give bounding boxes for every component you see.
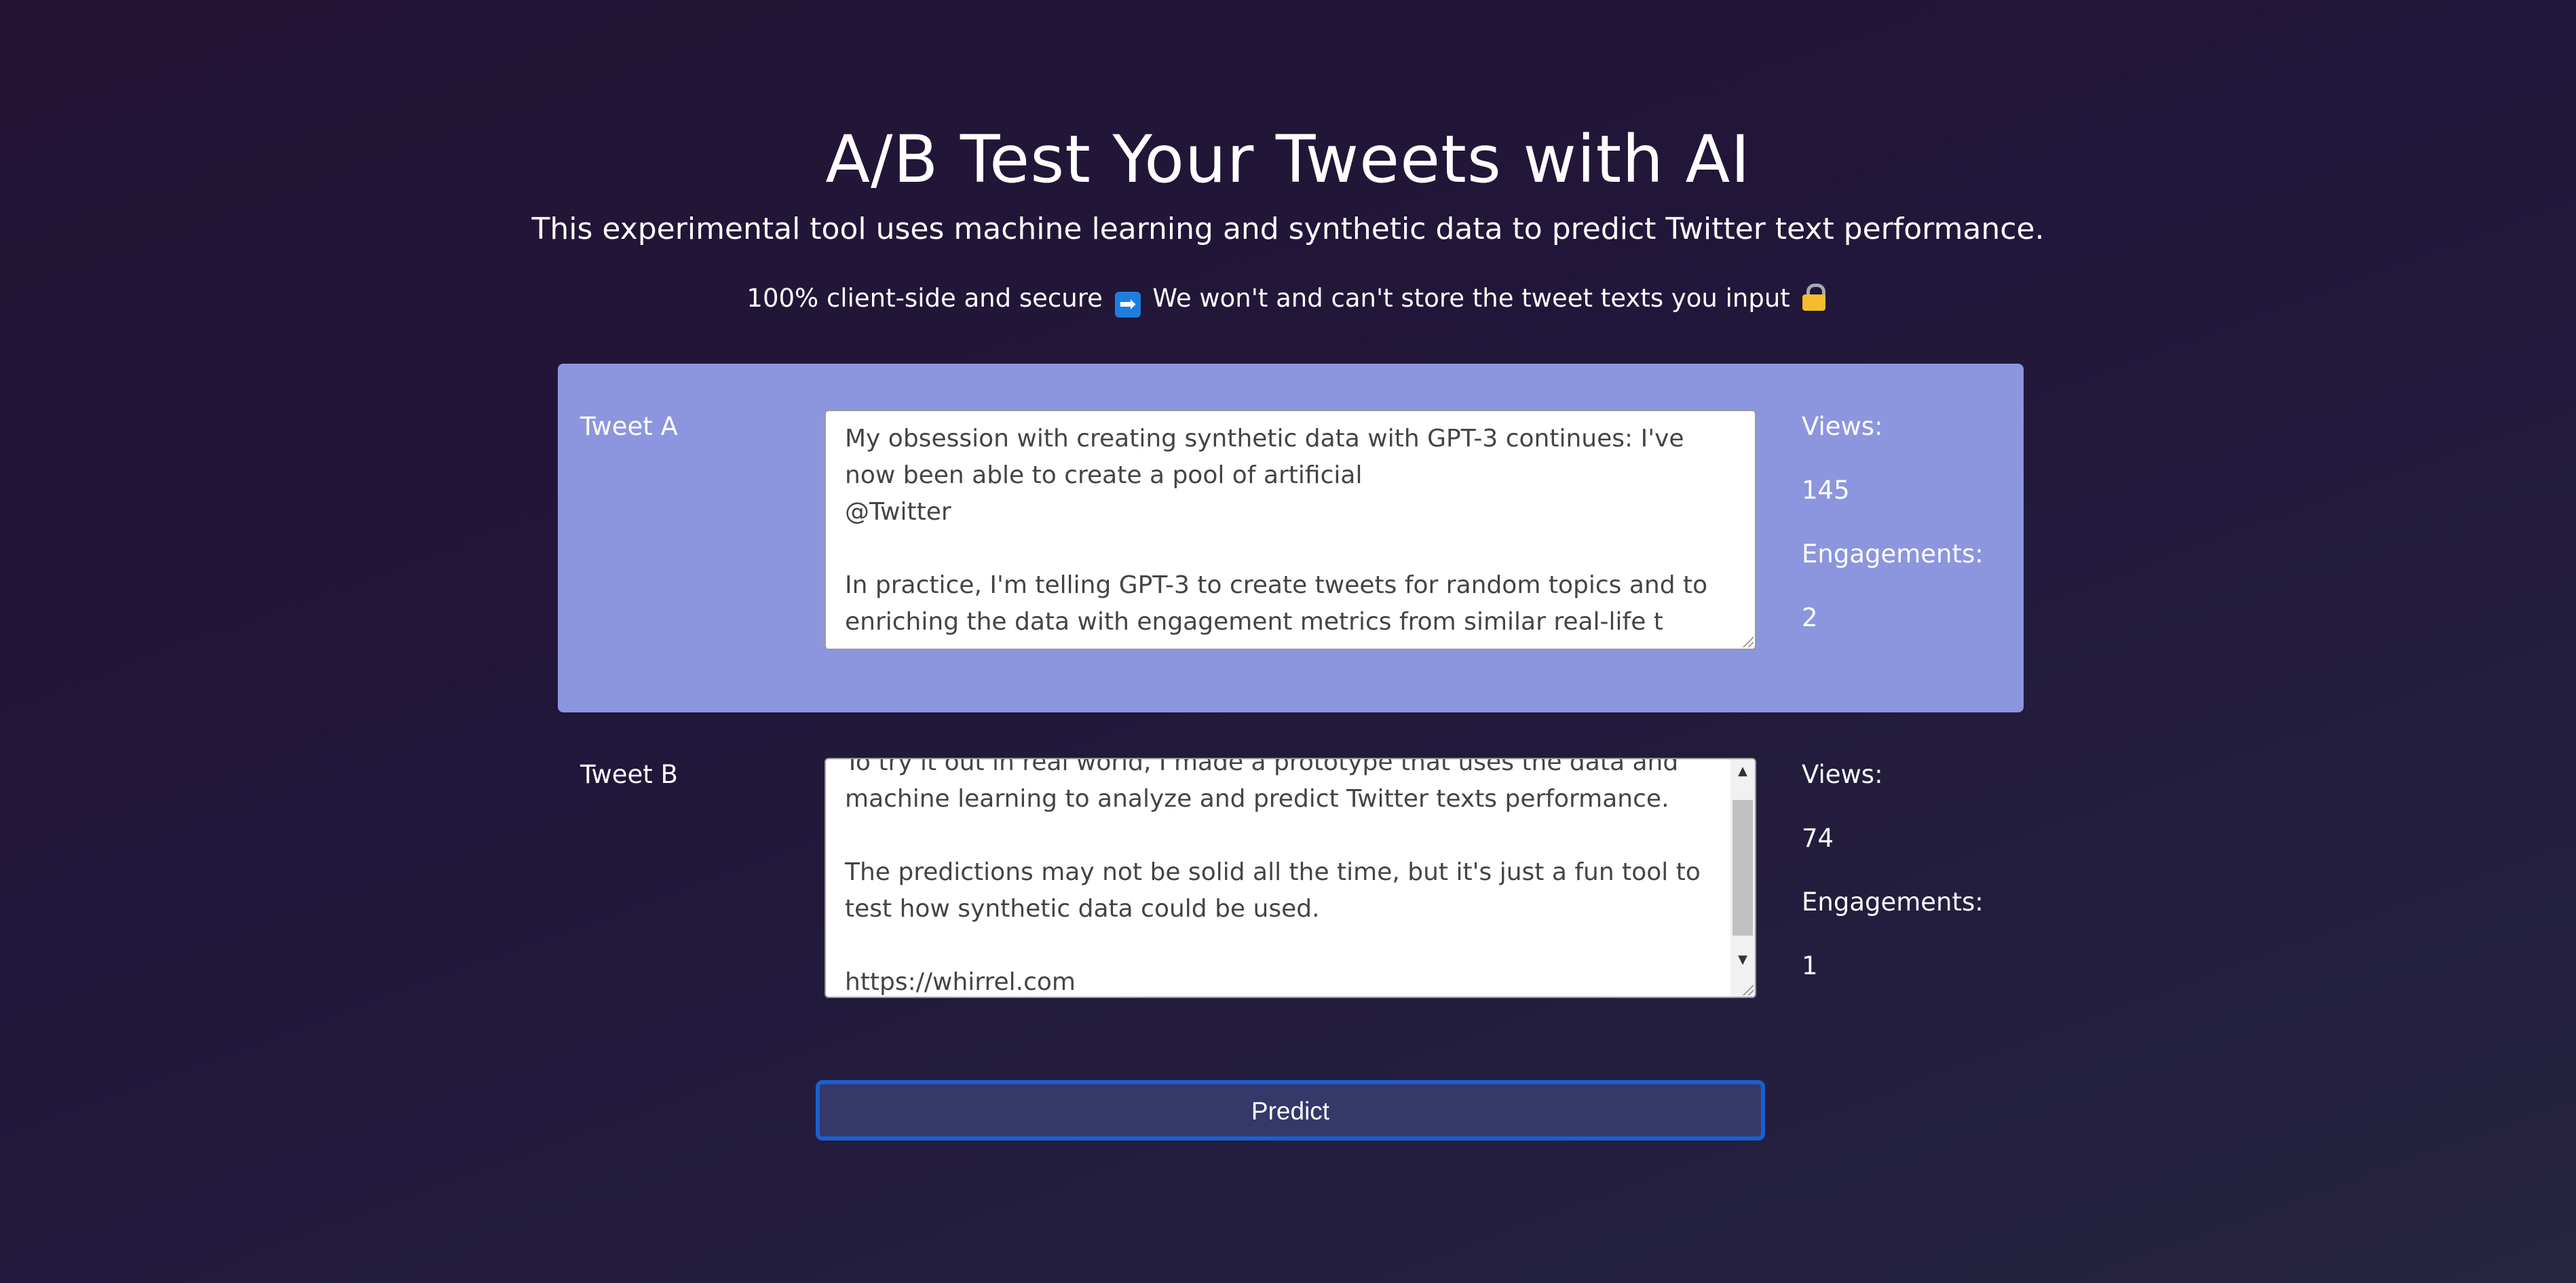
- scroll-up-arrow-icon[interactable]: ▲: [1730, 759, 1755, 784]
- tweet-b-engagements-label: Engagements:: [1802, 887, 1984, 917]
- tweet-a-engagements-label: Engagements:: [1802, 539, 1984, 569]
- security-note-text-2: We won't and can't store the tweet texts…: [1152, 284, 1790, 313]
- tweet-a-panel: Tweet A My obsession with creating synth…: [558, 364, 2024, 712]
- tweet-a-engagements-value: 2: [1802, 603, 1818, 632]
- tweet-a-views-label: Views:: [1802, 412, 1883, 441]
- tweet-b-metrics: Views: 74 Engagements: 1: [1802, 758, 2005, 1013]
- right-arrow-icon: ➡: [1114, 292, 1141, 318]
- predict-button[interactable]: Predict: [816, 1080, 1765, 1141]
- tweet-b-text[interactable]: To try it out in real world, I made a pr…: [845, 759, 1714, 997]
- security-note-text-1: 100% client-side and secure: [746, 284, 1103, 313]
- tweet-b-scrollbar[interactable]: ▲ ▼: [1730, 759, 1755, 997]
- tweet-b-label: Tweet B: [580, 760, 678, 789]
- scroll-thumb[interactable]: [1732, 800, 1753, 936]
- tweet-b-views-label: Views:: [1802, 760, 1883, 789]
- page-subtitle: This experimental tool uses machine lear…: [531, 212, 2045, 246]
- tweet-b-engagements-value: 1: [1802, 951, 1818, 980]
- tweet-a-text[interactable]: My obsession with creating synthetic dat…: [845, 421, 1728, 640]
- tweet-a-label: Tweet A: [580, 412, 678, 441]
- tweet-b-views-value: 74: [1802, 824, 1834, 853]
- resize-handle-icon[interactable]: [1741, 983, 1754, 995]
- tweet-a-textarea[interactable]: My obsession with creating synthetic dat…: [825, 410, 1756, 650]
- page-title: A/B Test Your Tweets with AI: [825, 121, 1751, 197]
- scroll-down-arrow-icon[interactable]: ▼: [1730, 948, 1755, 972]
- resize-handle-icon[interactable]: [1741, 635, 1754, 647]
- tweet-b-panel: Tweet B To try it out in real world, I m…: [558, 712, 2024, 1060]
- tweet-a-metrics: Views: 145 Engagements: 2: [1802, 410, 2005, 665]
- lock-icon: [1802, 284, 1825, 311]
- security-note: 100% client-side and secure ➡ We won't a…: [0, 278, 2576, 319]
- tweet-a-views-value: 145: [1802, 476, 1850, 505]
- tweet-b-textarea[interactable]: To try it out in real world, I made a pr…: [825, 758, 1756, 998]
